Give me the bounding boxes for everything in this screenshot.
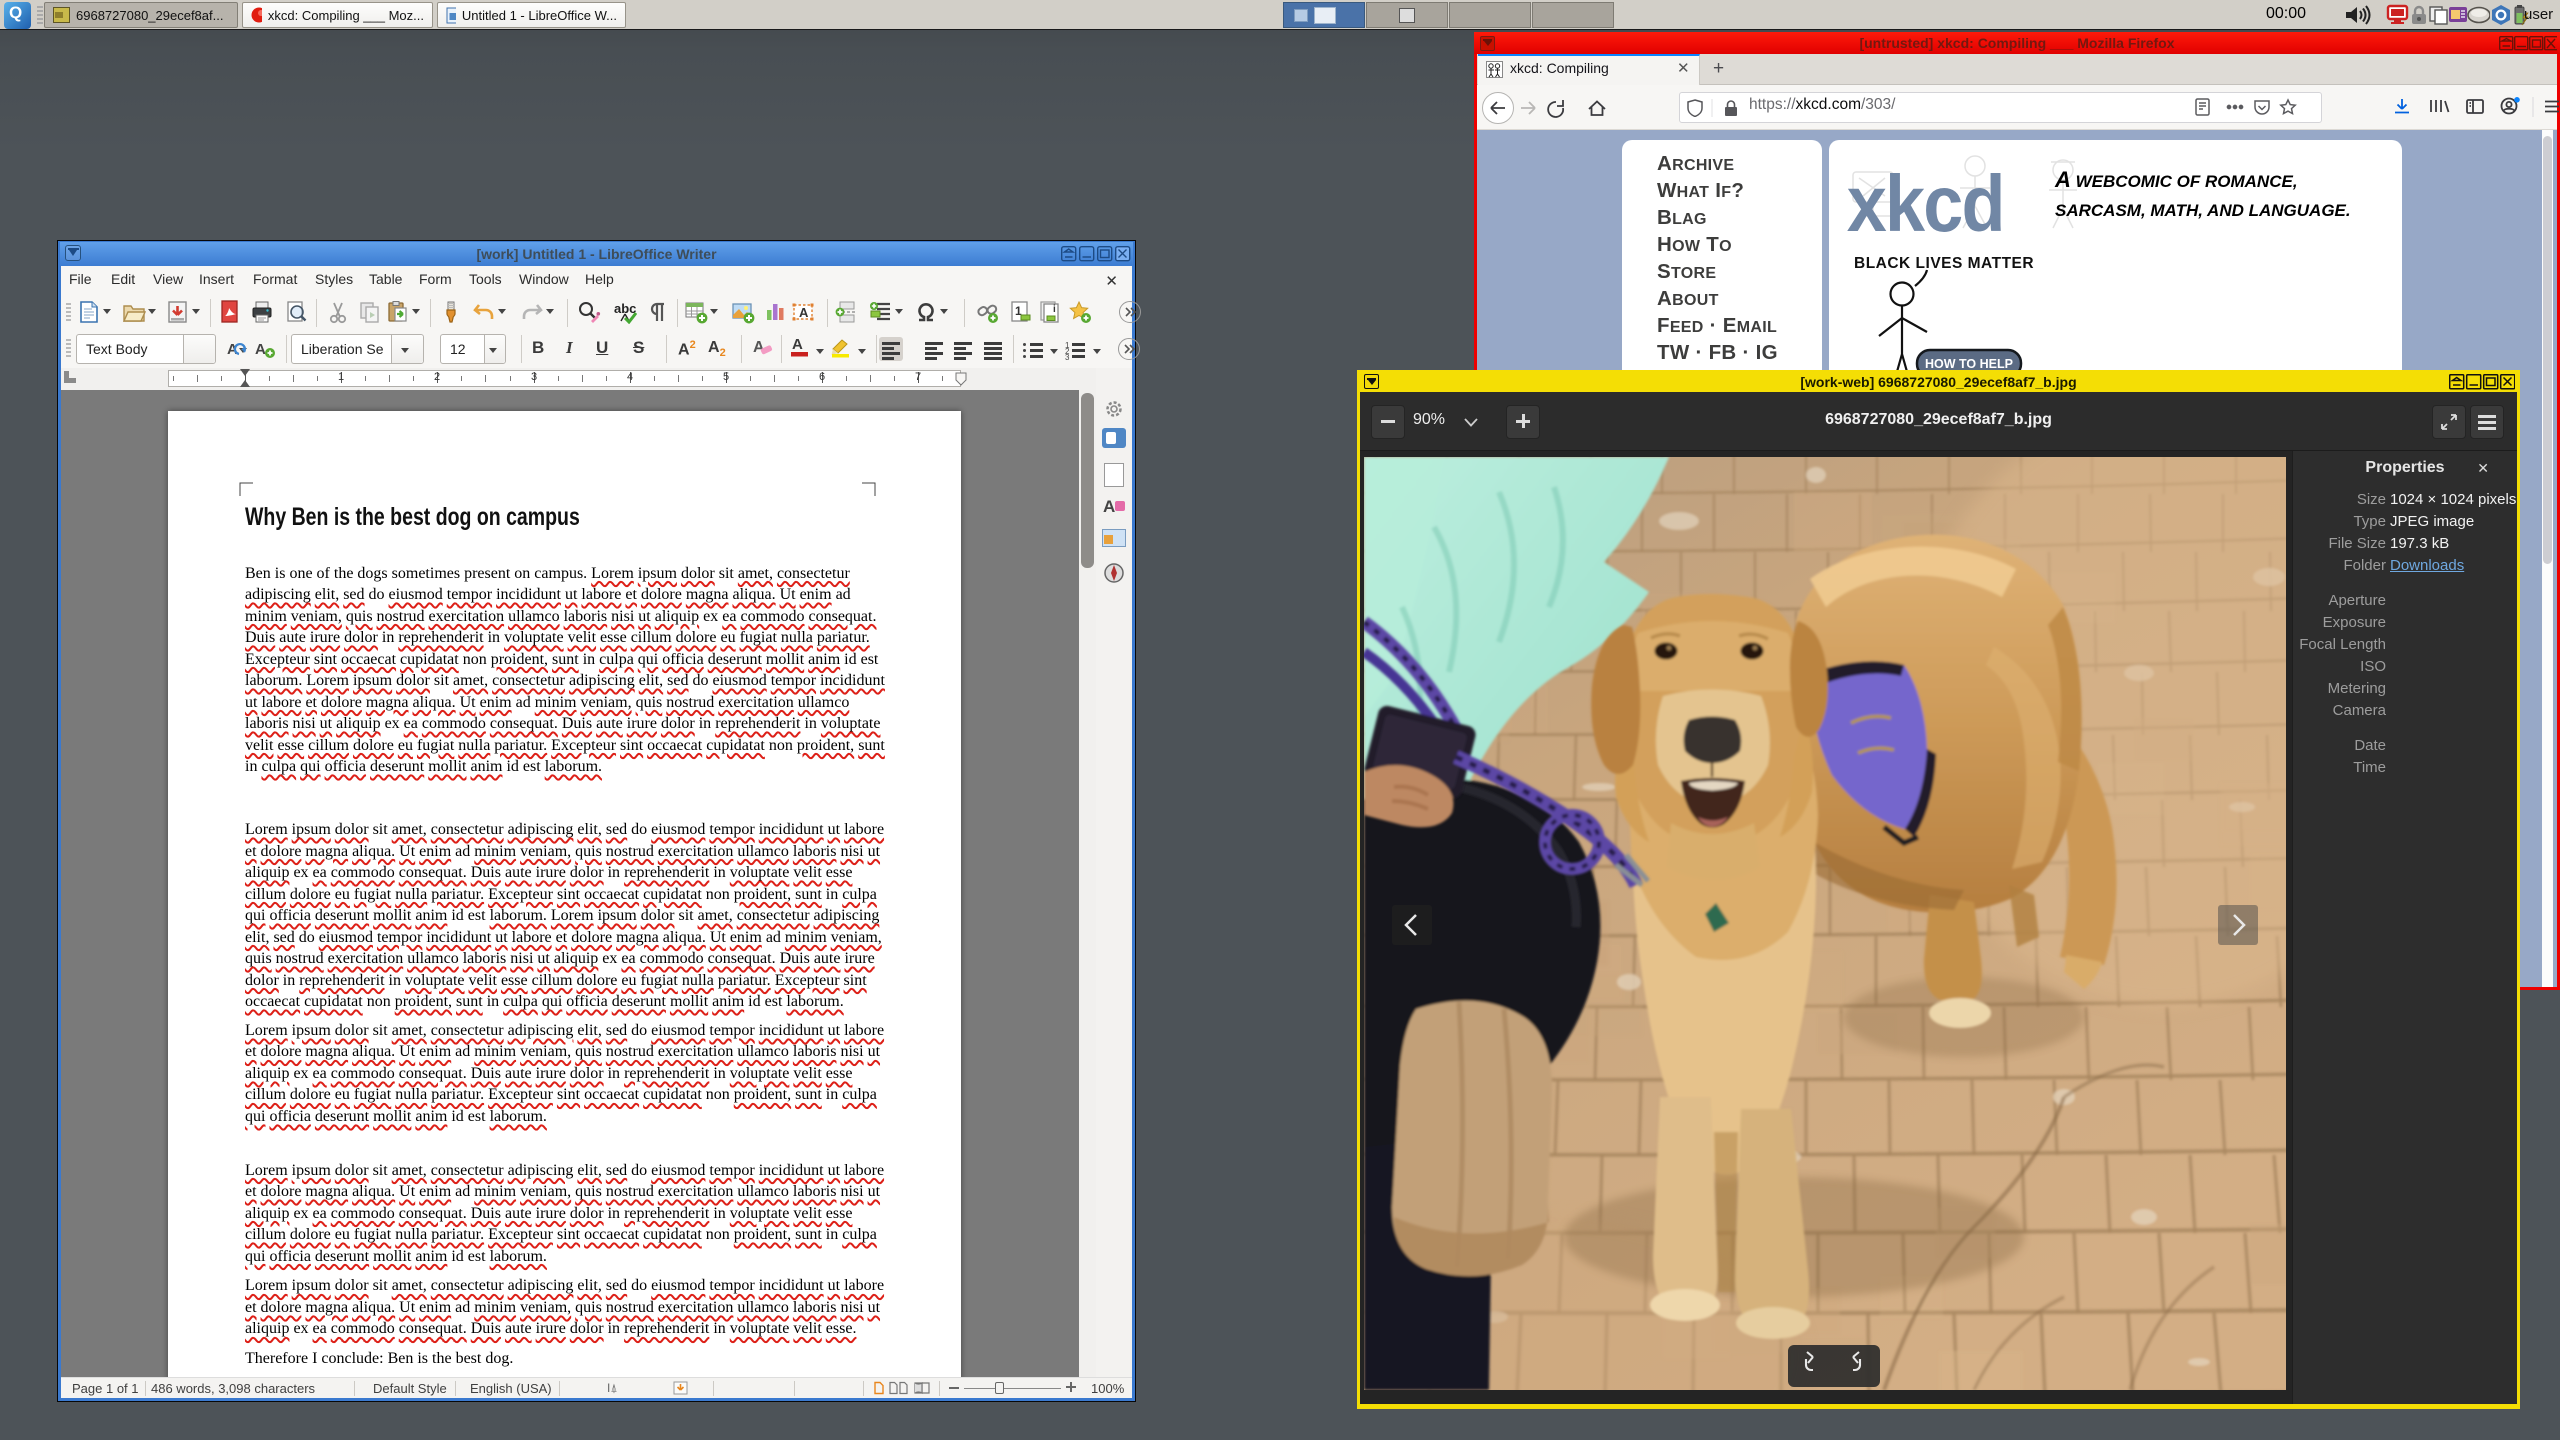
svg-text:abc: abc	[614, 301, 636, 316]
svg-text:xkcd: xkcd	[1847, 160, 2004, 249]
svg-text:BLACK LIVES MATTER: BLACK LIVES MATTER	[1854, 255, 2034, 272]
svg-text:A: A	[227, 341, 238, 358]
svg-text:i: i	[1053, 304, 1056, 315]
svg-text:A: A	[799, 305, 809, 320]
svg-text:A: A	[255, 341, 266, 358]
svg-text:HOW TO HELP: HOW TO HELP	[1925, 357, 2013, 371]
svg-text:A: A	[792, 336, 803, 353]
